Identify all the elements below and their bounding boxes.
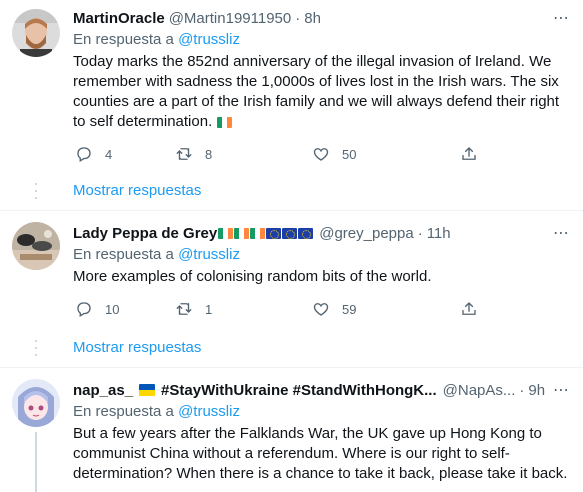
heart-icon: [313, 303, 329, 316]
more-options-icon[interactable]: ⋯: [551, 8, 571, 28]
separator-dot: ·: [295, 9, 301, 27]
tweet-text: But a few years after the Falklands War,…: [73, 425, 568, 482]
reply-icon: [77, 302, 91, 317]
ireland-flag-emoji: [234, 227, 250, 239]
timestamp[interactable]: 11h: [427, 225, 451, 242]
author-name[interactable]: Lady Peppa de Grey: [73, 225, 217, 242]
show-replies-link[interactable]: Mostrar respuestas: [73, 338, 201, 358]
tweet-body: Today marks the 852nd anniversary of the…: [73, 53, 560, 130]
eu-flag-emoji: [266, 227, 282, 239]
reply-button[interactable]: 10: [75, 300, 175, 318]
avatar[interactable]: [12, 222, 60, 270]
reply-icon: [77, 147, 91, 162]
reply-count: 4: [105, 146, 113, 162]
ireland-flag-emoji: [218, 227, 234, 239]
reply-prefix: En respuesta a: [73, 31, 179, 48]
reply-prefix: En respuesta a: [73, 246, 179, 263]
tweet-text: Today marks the 852nd anniversary of the…: [73, 52, 571, 132]
reply-mention-link[interactable]: @trussliz: [178, 403, 240, 420]
tweet-martinoracle[interactable]: MartinOracle @Martin19911950 · 8h En res…: [0, 0, 583, 210]
author-handle[interactable]: @Martin19911950: [169, 10, 292, 27]
retweet-count: 1: [205, 301, 213, 317]
share-button[interactable]: [460, 145, 478, 163]
tweet-lady-peppa[interactable]: Lady Peppa de Grey @grey_peppa · 11h En …: [0, 211, 583, 367]
retweet-icon: [176, 303, 192, 315]
reply-mention-link[interactable]: @trussliz: [178, 246, 240, 263]
author-name[interactable]: MartinOracle: [73, 10, 165, 27]
reply-context: En respuesta a @trussliz: [73, 245, 571, 265]
author-handle[interactable]: @NapAs...: [443, 382, 516, 399]
eu-flag-emoji: [282, 227, 298, 239]
show-replies-link[interactable]: Mostrar respuestas: [73, 181, 201, 201]
eu-flag-emoji: [298, 227, 314, 239]
like-count: 50: [342, 146, 357, 162]
thread-connector: [35, 340, 37, 361]
tweet-header: nap_as_ #StayWithUkraine #StandWithHongK…: [73, 380, 571, 400]
thread-connector: [35, 183, 37, 204]
share-icon: [462, 302, 476, 315]
author-handle[interactable]: @grey_peppa: [319, 225, 413, 242]
avatar[interactable]: [12, 379, 60, 427]
tweet-header: Lady Peppa de Grey @grey_peppa · 11h: [73, 223, 571, 243]
like-button[interactable]: 50: [312, 145, 460, 163]
tweet-header: MartinOracle @Martin19911950 · 8h: [73, 8, 571, 28]
reply-context: En respuesta a @trussliz: [73, 30, 571, 50]
like-count: 59: [342, 301, 357, 317]
ireland-flag-emoji: [217, 117, 233, 128]
avatar[interactable]: [12, 9, 60, 57]
separator-dot: ·: [519, 381, 525, 399]
retweet-count: 8: [205, 146, 213, 162]
heart-icon: [313, 148, 329, 161]
retweet-button[interactable]: 8: [175, 145, 312, 163]
separator-dot: ·: [417, 224, 423, 242]
share-button[interactable]: [460, 300, 478, 318]
author-name-hashtags[interactable]: #StayWithUkraine #StandWithHongK...: [161, 382, 437, 399]
more-options-icon[interactable]: ⋯: [551, 380, 571, 400]
author-name-prefix[interactable]: nap_as_: [73, 382, 133, 399]
tweet-nap-as[interactable]: nap_as_ #StayWithUkraine #StandWithHongK…: [0, 368, 583, 492]
timestamp[interactable]: 9h: [528, 382, 545, 399]
reply-context: En respuesta a @trussliz: [73, 402, 571, 422]
reply-mention-link[interactable]: @trussliz: [178, 31, 240, 48]
tweet-text: More examples of colonising random bits …: [73, 268, 432, 285]
timestamp[interactable]: 8h: [304, 10, 321, 27]
tweet-actions: 10 1 59: [73, 299, 513, 319]
ukraine-flag-emoji: [139, 384, 156, 396]
thread-line: [35, 432, 37, 492]
reply-prefix: En respuesta a: [73, 403, 179, 420]
ireland-flag-emoji: [250, 227, 266, 239]
retweet-button[interactable]: 1: [175, 300, 312, 318]
reply-count: 10: [105, 301, 120, 317]
reply-button[interactable]: 4: [75, 145, 175, 163]
like-button[interactable]: 59: [312, 300, 460, 318]
retweet-icon: [176, 148, 192, 160]
more-options-icon[interactable]: ⋯: [551, 223, 571, 243]
share-icon: [462, 147, 476, 160]
tweet-actions: 4 8 50: [73, 144, 513, 164]
